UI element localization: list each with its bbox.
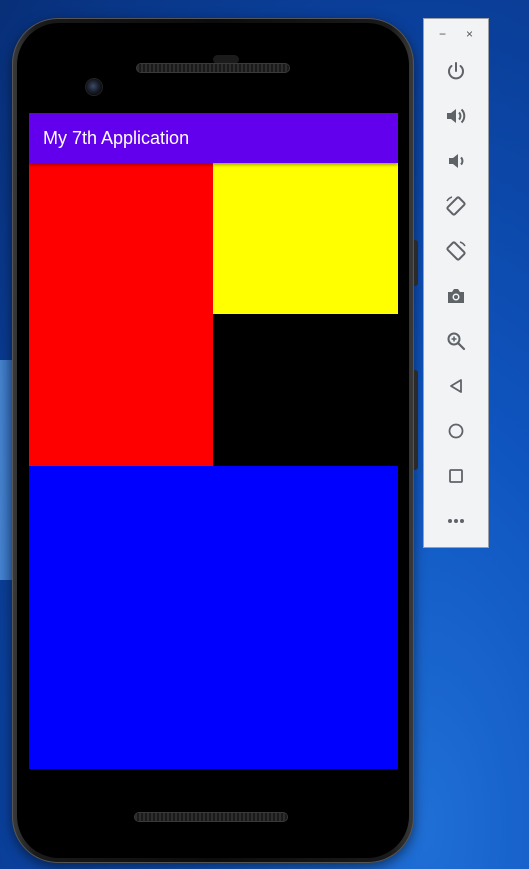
overview-icon bbox=[449, 469, 463, 483]
app-bar: My 7th Application bbox=[29, 113, 398, 163]
rotate-left-icon bbox=[446, 196, 466, 216]
minimize-button[interactable]: − bbox=[439, 27, 446, 41]
close-button[interactable]: × bbox=[466, 27, 473, 41]
app-title: My 7th Application bbox=[43, 128, 190, 148]
phone-side-button-volume bbox=[414, 240, 418, 286]
zoom-icon bbox=[447, 332, 466, 351]
power-button[interactable] bbox=[441, 56, 471, 86]
phone-side-button-power bbox=[414, 370, 418, 470]
home-button[interactable] bbox=[441, 416, 471, 446]
volume-down-button[interactable] bbox=[441, 146, 471, 176]
power-icon bbox=[448, 62, 464, 80]
more-icon bbox=[448, 519, 464, 523]
volume-down-icon bbox=[449, 154, 464, 168]
volume-up-button[interactable] bbox=[441, 101, 471, 131]
front-camera bbox=[86, 79, 102, 95]
screenshot-button[interactable] bbox=[441, 281, 471, 311]
blue-block bbox=[29, 466, 398, 769]
top-speaker-grille bbox=[137, 64, 289, 72]
earpiece-notch bbox=[213, 55, 239, 64]
more-button[interactable] bbox=[441, 506, 471, 536]
volume-up-icon bbox=[447, 108, 466, 124]
rotate-right-button[interactable] bbox=[441, 236, 471, 266]
rotate-right-icon bbox=[446, 241, 466, 261]
back-icon bbox=[450, 379, 462, 393]
emulator-toolbar: − × bbox=[423, 18, 489, 548]
black-block bbox=[213, 314, 398, 466]
zoom-button[interactable] bbox=[441, 326, 471, 356]
red-block bbox=[29, 163, 213, 466]
camera-icon bbox=[448, 289, 464, 303]
overview-button[interactable] bbox=[441, 461, 471, 491]
rotate-left-button[interactable] bbox=[441, 191, 471, 221]
home-icon bbox=[448, 423, 464, 439]
back-button[interactable] bbox=[441, 371, 471, 401]
device-screen: My 7th Application bbox=[29, 113, 398, 769]
yellow-block bbox=[213, 163, 398, 314]
bottom-speaker-grille bbox=[135, 813, 287, 821]
